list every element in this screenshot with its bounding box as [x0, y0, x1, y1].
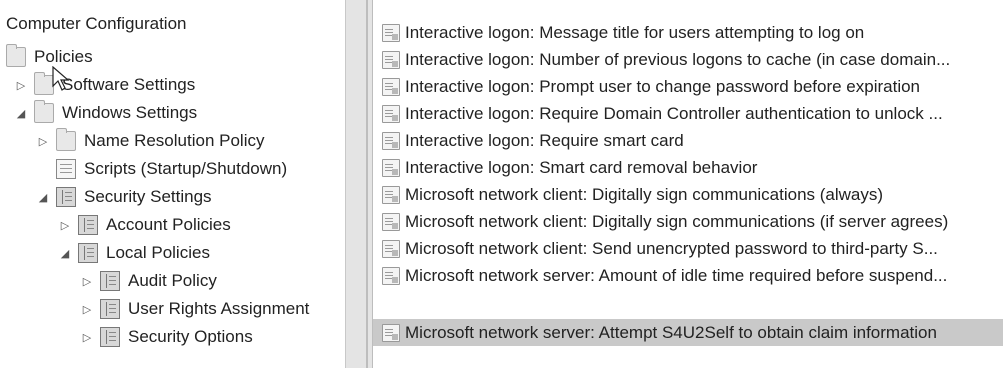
policy-list-pane: Interactive logon: Message title for use…	[373, 0, 1003, 368]
expand-arrow-icon[interactable]: ▷	[36, 134, 50, 148]
policy-row[interactable]: Microsoft network client: Digitally sign…	[373, 208, 1003, 235]
tree-item-label: Scripts (Startup/Shutdown)	[84, 159, 288, 178]
tree-item-software-settings[interactable]: ▷ Software Settings	[14, 71, 195, 99]
policy-setting-icon	[382, 266, 400, 285]
policy-name: Interactive logon: Prompt user to change…	[405, 76, 921, 96]
policy-setting-icon	[382, 23, 400, 42]
script-icon	[56, 159, 76, 179]
policy-name: Interactive logon: Message title for use…	[405, 22, 865, 42]
tree-root-computer-configuration[interactable]: Computer Configuration	[6, 14, 186, 34]
policy-setting-icon	[382, 323, 400, 342]
policy-row-selected[interactable]: Microsoft network server: Attempt S4U2Se…	[373, 319, 1003, 346]
policy-row[interactable]: Interactive logon: Prompt user to change…	[373, 73, 1003, 100]
policy-name: Interactive logon: Number of previous lo…	[405, 49, 951, 69]
policy-row[interactable]: Microsoft network client: Digitally sign…	[373, 181, 1003, 208]
pane-splitter[interactable]	[345, 0, 373, 368]
policy-setting-icon	[382, 131, 400, 150]
policy-name: Microsoft network server: Amount of idle…	[405, 265, 948, 285]
policy-setting-icon	[382, 104, 400, 123]
policy-name: Microsoft network client: Digitally sign…	[405, 184, 884, 204]
policy-setting-icon	[382, 77, 400, 96]
tree-item-label: Name Resolution Policy	[84, 131, 265, 150]
policy-row[interactable]: Microsoft network client: Send unencrypt…	[373, 235, 1003, 262]
expand-arrow-icon[interactable]: ▷	[58, 218, 72, 232]
policy-setting-icon	[382, 158, 400, 177]
policy-row[interactable]: Interactive logon: Require smart card	[373, 127, 1003, 154]
mouse-pointer-icon	[52, 66, 70, 91]
policy-row[interactable]: Microsoft network server: Amount of idle…	[373, 262, 1003, 289]
expand-arrow-icon[interactable]: ▷	[80, 274, 94, 288]
tree-item-label: Account Policies	[106, 215, 231, 234]
tree-item-security-settings[interactable]: ◢ Security Settings	[36, 183, 212, 211]
policy-row[interactable]: Interactive logon: Message title for use…	[373, 19, 1003, 46]
tree-item-label: Security Options	[128, 327, 253, 346]
tree-item-scripts[interactable]: Scripts (Startup/Shutdown)	[56, 155, 287, 183]
folder-icon	[6, 44, 26, 67]
tree-item-label: Local Policies	[106, 243, 210, 262]
collapse-arrow-icon[interactable]: ◢	[36, 190, 50, 204]
expand-arrow-icon[interactable]: ▷	[14, 78, 28, 92]
collapse-arrow-icon[interactable]: ◢	[14, 106, 28, 120]
policy-name: Microsoft network client: Send unencrypt…	[405, 238, 938, 258]
tree-item-user-rights-assignment[interactable]: ▷ User Rights Assignment	[80, 295, 309, 323]
policy-book-icon	[78, 215, 98, 235]
security-settings-icon	[56, 187, 76, 207]
policy-book-icon	[78, 243, 98, 263]
tree-item-label: User Rights Assignment	[128, 299, 310, 318]
policy-row[interactable]: Interactive logon: Require Domain Contro…	[373, 100, 1003, 127]
policy-name: Microsoft network server: Attempt S4U2Se…	[405, 322, 937, 342]
tree-item-windows-settings[interactable]: ◢ Windows Settings	[14, 99, 197, 127]
folder-icon	[34, 100, 54, 123]
tree-item-label: Policies	[34, 47, 93, 66]
policy-name: Interactive logon: Require smart card	[405, 130, 684, 150]
tree-item-label: Software Settings	[62, 75, 196, 94]
policy-row[interactable]: Interactive logon: Smart card removal be…	[373, 154, 1003, 181]
folder-icon	[34, 72, 54, 95]
policy-book-icon	[100, 271, 120, 291]
policy-book-icon	[100, 299, 120, 319]
tree-item-account-policies[interactable]: ▷ Account Policies	[58, 211, 231, 239]
policy-setting-icon	[382, 239, 400, 258]
tree-item-audit-policy[interactable]: ▷ Audit Policy	[80, 267, 217, 295]
tree-item-security-options[interactable]: ▷ Security Options	[80, 323, 253, 351]
tree-item-label: Windows Settings	[62, 103, 198, 122]
policy-name: Interactive logon: Smart card removal be…	[405, 157, 758, 177]
tree-item-label: Audit Policy	[128, 271, 217, 290]
policy-book-icon	[100, 327, 120, 347]
expand-arrow-icon[interactable]: ▷	[80, 302, 94, 316]
policy-setting-icon	[382, 185, 400, 204]
policy-setting-icon	[382, 50, 400, 69]
policy-name: Interactive logon: Require Domain Contro…	[405, 103, 943, 123]
tree-item-local-policies[interactable]: ◢ Local Policies	[58, 239, 210, 267]
tree-item-label: Security Settings	[84, 187, 212, 206]
folder-icon	[56, 128, 76, 151]
collapse-arrow-icon[interactable]: ◢	[58, 246, 72, 260]
expand-arrow-icon[interactable]: ▷	[80, 330, 94, 344]
policy-row[interactable]: Interactive logon: Number of previous lo…	[373, 46, 1003, 73]
policy-name: Microsoft network client: Digitally sign…	[405, 211, 949, 231]
console-tree-pane: Computer Configuration Policies ▷ Softwa…	[0, 0, 345, 368]
policy-setting-icon	[382, 212, 400, 231]
tree-item-policies[interactable]: Policies	[6, 43, 93, 71]
tree-item-name-resolution-policy[interactable]: ▷ Name Resolution Policy	[36, 127, 264, 155]
